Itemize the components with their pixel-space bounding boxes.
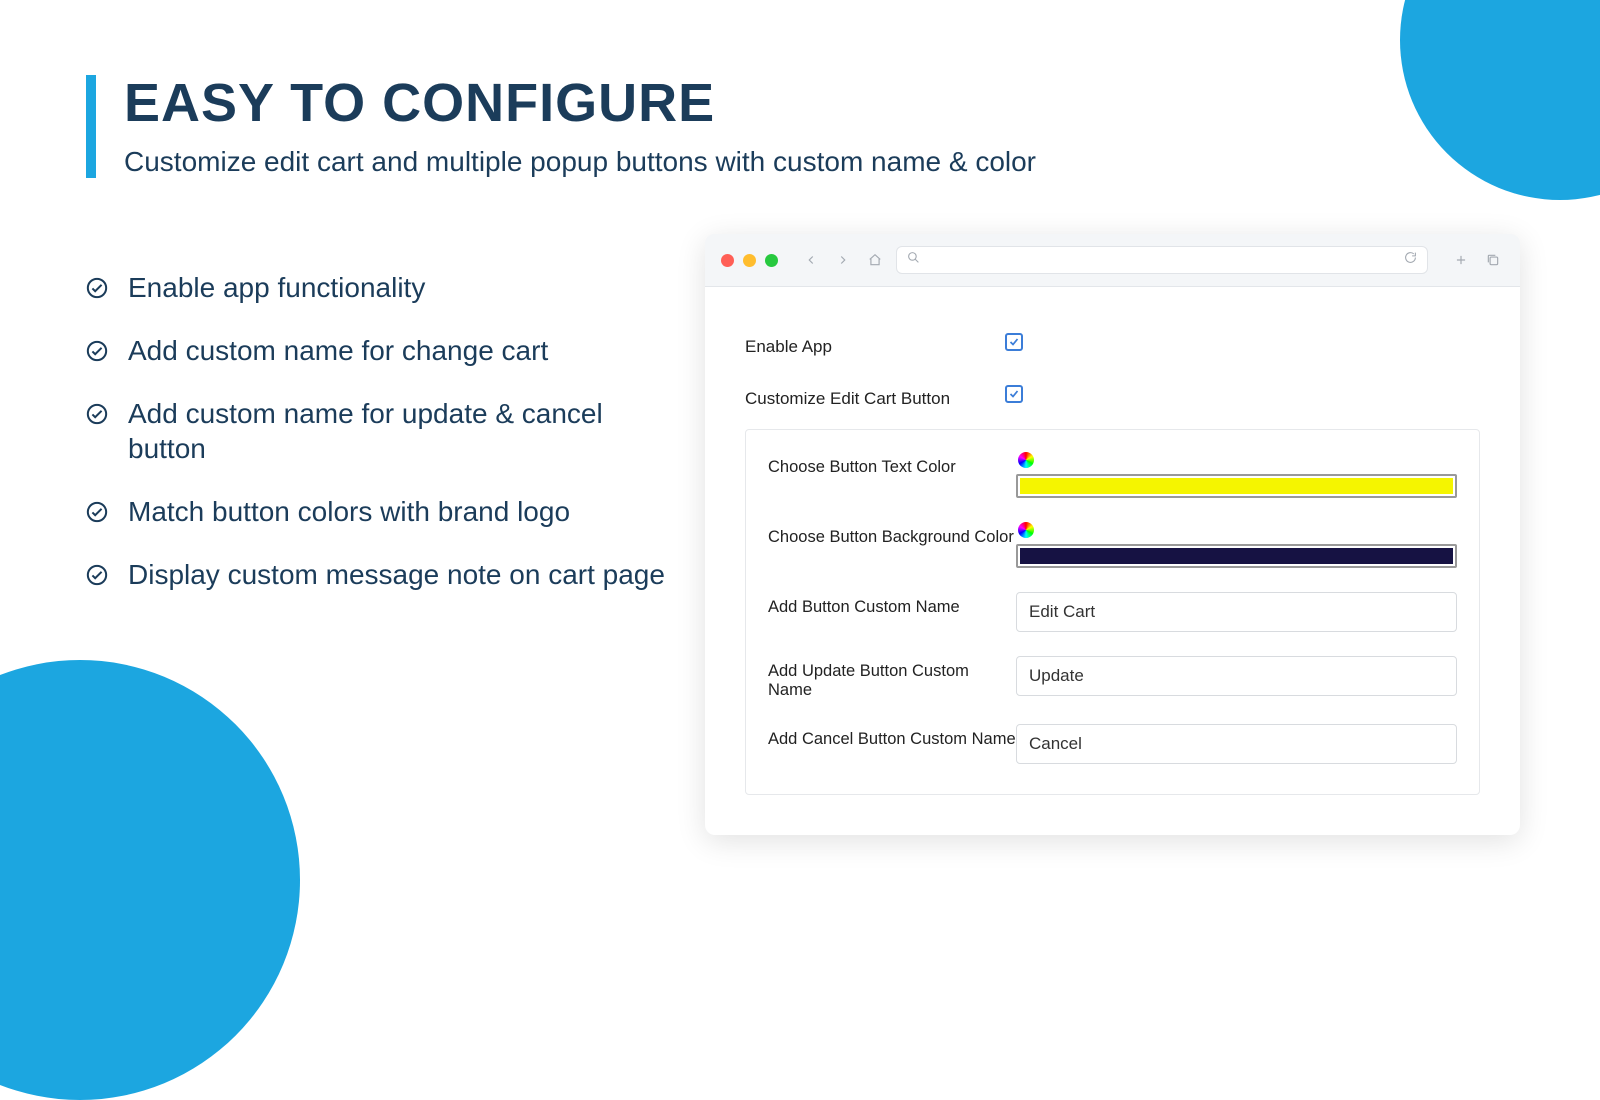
enable-app-row: Enable App	[723, 307, 1502, 371]
customize-checkbox[interactable]	[1005, 385, 1023, 403]
feature-item: Enable app functionality	[86, 270, 686, 305]
feature-item: Display custom message note on cart page	[86, 557, 686, 592]
enable-app-checkbox[interactable]	[1005, 333, 1023, 351]
check-circle-icon	[86, 564, 108, 586]
feature-text: Add custom name for update & cancel butt…	[128, 396, 686, 466]
page-title: EASY TO CONFIGURE	[124, 75, 1036, 132]
feature-item: Add custom name for change cart	[86, 333, 686, 368]
text-color-label: Choose Button Text Color	[768, 452, 1016, 477]
update-name-row: Add Update Button Custom Name	[746, 644, 1479, 712]
tabs-overview-button[interactable]	[1482, 249, 1504, 271]
cancel-name-input[interactable]	[1016, 724, 1457, 764]
settings-panel: Enable App Customize Edit Cart Button	[723, 307, 1502, 795]
check-circle-icon	[86, 501, 108, 523]
feature-item: Add custom name for update & cancel butt…	[86, 396, 686, 466]
button-name-row: Add Button Custom Name	[746, 580, 1479, 644]
check-circle-icon	[86, 403, 108, 425]
browser-window: Enable App Customize Edit Cart Button	[705, 234, 1520, 835]
back-button[interactable]	[800, 249, 822, 271]
minimize-window-icon[interactable]	[743, 254, 756, 267]
update-name-input[interactable]	[1016, 656, 1457, 696]
new-tab-button[interactable]	[1450, 249, 1472, 271]
customize-row: Customize Edit Cart Button	[723, 371, 1502, 423]
reload-icon[interactable]	[1404, 251, 1417, 269]
cancel-name-row: Add Cancel Button Custom Name	[746, 712, 1479, 776]
feature-item: Match button colors with brand logo	[86, 494, 686, 529]
color-wheel-icon[interactable]	[1018, 522, 1034, 538]
bg-color-picker[interactable]	[1016, 544, 1457, 568]
address-bar[interactable]	[896, 246, 1428, 274]
feature-text: Display custom message note on cart page	[128, 557, 665, 592]
button-name-input[interactable]	[1016, 592, 1457, 632]
check-circle-icon	[86, 340, 108, 362]
close-window-icon[interactable]	[721, 254, 734, 267]
browser-titlebar	[705, 234, 1520, 287]
check-circle-icon	[86, 277, 108, 299]
feature-text: Add custom name for change cart	[128, 333, 548, 368]
button-name-label: Add Button Custom Name	[768, 592, 1016, 617]
page-subtitle: Customize edit cart and multiple popup b…	[124, 146, 1036, 178]
page-header: EASY TO CONFIGURE Customize edit cart an…	[86, 75, 1036, 178]
forward-button[interactable]	[832, 249, 854, 271]
home-button[interactable]	[864, 249, 886, 271]
text-color-picker[interactable]	[1016, 474, 1457, 498]
bg-color-label: Choose Button Background Color	[768, 522, 1016, 547]
update-name-label: Add Update Button Custom Name	[768, 656, 1016, 700]
decorative-blob-bottom-left	[0, 660, 300, 1100]
bg-color-row: Choose Button Background Color	[746, 510, 1479, 580]
customize-label: Customize Edit Cart Button	[745, 385, 1005, 409]
text-color-swatch	[1020, 478, 1453, 494]
feature-text: Enable app functionality	[128, 270, 425, 305]
browser-viewport: Enable App Customize Edit Cart Button	[705, 287, 1520, 835]
feature-list: Enable app functionality Add custom name…	[86, 270, 686, 620]
bg-color-swatch	[1020, 548, 1453, 564]
traffic-lights	[721, 254, 778, 267]
cancel-name-label: Add Cancel Button Custom Name	[768, 724, 1016, 749]
customize-group: Choose Button Text Color Choose Button B…	[745, 429, 1480, 795]
color-wheel-icon[interactable]	[1018, 452, 1034, 468]
text-color-row: Choose Button Text Color	[746, 440, 1479, 510]
search-icon	[907, 251, 920, 269]
feature-text: Match button colors with brand logo	[128, 494, 570, 529]
maximize-window-icon[interactable]	[765, 254, 778, 267]
decorative-blob-top-right	[1400, 0, 1600, 200]
enable-app-label: Enable App	[745, 333, 1005, 357]
